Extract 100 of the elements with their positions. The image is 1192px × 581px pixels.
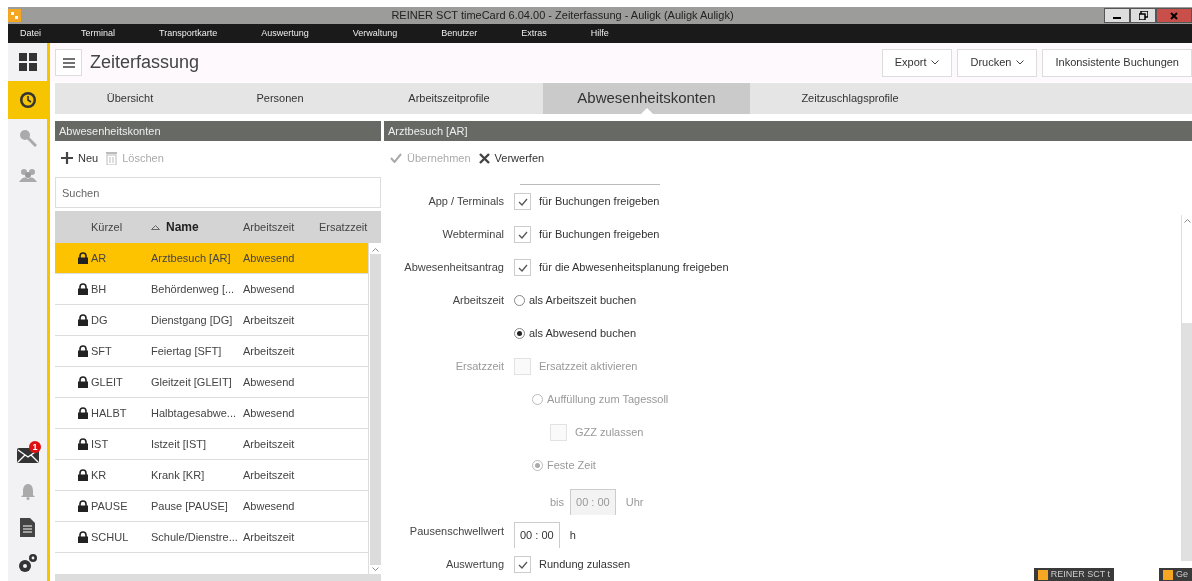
- notification-badge: 1: [29, 441, 41, 453]
- time-field[interactable]: 00 : 00: [514, 522, 560, 548]
- panel-header: Abwesenheitskonten: [55, 121, 381, 141]
- taskbar-button[interactable]: REINER SCT t: [1033, 568, 1114, 581]
- column-header[interactable]: Name: [166, 218, 199, 236]
- window-title: REINER SCT timeCard 6.04.00 - Zeiterfassung - Auligk (Auligk Auligk): [390, 8, 735, 24]
- table-row[interactable]: HALBT Halbtagesabwe... Abwesend: [55, 398, 368, 429]
- table-cell: Abwesend: [243, 375, 295, 388]
- table-cell-text: GLEIT: [91, 374, 123, 390]
- sidebar-item[interactable]: 1: [8, 437, 47, 473]
- checkbox[interactable]: [514, 226, 531, 243]
- unit-label: Uhr: [625, 494, 644, 510]
- table-cell: Arbeitszeit: [243, 313, 295, 326]
- radio-label: als Abwesend buchen: [529, 326, 637, 342]
- sort-up-icon: [151, 224, 160, 230]
- menu-item[interactable]: Hilfe: [576, 26, 639, 41]
- minimize-button[interactable]: [1104, 8, 1130, 23]
- column-header[interactable]: Ersatzzeit: [319, 218, 368, 236]
- menu-item[interactable]: Extras: [507, 26, 577, 41]
- scroll-down-icon: [371, 567, 379, 571]
- gears-icon: [17, 553, 38, 573]
- radio-label: Auffüllung zum Tagessoll: [547, 392, 669, 408]
- toolbar-button[interactable]: Neu: [61, 149, 99, 167]
- table-cell: Istzeit [IST]: [151, 437, 206, 450]
- table-cell: Dienstgang [DG]: [151, 313, 233, 326]
- chevron-down-icon: [931, 60, 940, 65]
- dashboard-icon: [18, 53, 37, 71]
- table-row[interactable]: AR Arztbesuch [AR] Abwesend: [55, 243, 368, 274]
- close-button[interactable]: [1156, 8, 1192, 23]
- taskbar-button[interactable]: Ge: [1159, 568, 1192, 581]
- people-icon: [18, 167, 37, 185]
- field-label: App / Terminals: [428, 195, 504, 208]
- menu-item[interactable]: Benutzer: [427, 26, 508, 41]
- table-cell-text: KR: [91, 467, 107, 483]
- restore-icon: [1138, 11, 1148, 20]
- checkmark-icon: [517, 560, 528, 569]
- table-row[interactable]: KR Krank [KR] Arbeitszeit: [55, 460, 368, 491]
- checkbox-label: Rundung zulassen: [539, 557, 631, 573]
- table-cell: Arbeitszeit: [243, 344, 295, 357]
- input-field[interactable]: [520, 181, 660, 185]
- radio-button[interactable]: [514, 328, 525, 339]
- table-row[interactable]: GLEIT Gleitzeit [GLEIT] Abwesend: [55, 367, 368, 398]
- tab[interactable]: Arbeitszeitprofile: [355, 83, 543, 114]
- table-row[interactable]: IST Istzeit [IST] Arbeitszeit: [55, 429, 368, 460]
- table-row[interactable]: DG Dienstgang [DG] Arbeitszeit: [55, 305, 368, 336]
- table-cell: Arbeitszeit: [243, 530, 295, 543]
- checkmark-icon: [517, 263, 528, 272]
- tab[interactable]: Übersicht: [55, 83, 205, 114]
- header-button[interactable]: Inkonsistente Buchungen: [1042, 48, 1192, 77]
- key-icon: [18, 129, 37, 147]
- close-icon: [1170, 11, 1178, 20]
- field-label: bis: [550, 494, 565, 510]
- menu-item[interactable]: Datei: [8, 26, 67, 41]
- table-row[interactable]: BH Behördenweg [... Abwesend: [55, 274, 368, 305]
- field-label: Arbeitszeit: [452, 294, 504, 307]
- tab[interactable]: Zeitzuschlagsprofile: [750, 83, 950, 114]
- table-cell: Feiertag [SFT]: [151, 344, 222, 357]
- header-button[interactable]: Drucken: [957, 48, 1038, 77]
- checkbox[interactable]: [514, 259, 531, 276]
- menu-item[interactable]: Terminal: [67, 26, 146, 41]
- table-cell-text: IST: [91, 436, 109, 452]
- scrollbar[interactable]: [368, 243, 381, 574]
- sidebar-item[interactable]: [8, 81, 47, 119]
- menu-item[interactable]: Transportkarte: [145, 26, 248, 41]
- tab[interactable]: Personen: [205, 83, 355, 114]
- table-cell: Pause [PAUSE]: [151, 499, 228, 512]
- checkmark-icon: [517, 197, 528, 206]
- checkbox-label: GZZ zulassen: [575, 425, 644, 441]
- table-cell: Abwesend: [243, 251, 295, 264]
- radio-label: als Arbeitszeit buchen: [529, 293, 636, 309]
- restore-button[interactable]: [1130, 8, 1156, 23]
- table-cell: Behördenweg [...: [151, 282, 235, 295]
- table-row[interactable]: SFT Feiertag [SFT] Arbeitszeit: [55, 336, 368, 367]
- toolbar-button[interactable]: Verwerfen: [478, 149, 545, 167]
- menu-button[interactable]: [55, 49, 82, 76]
- checkbox[interactable]: [514, 193, 531, 210]
- search-field[interactable]: Suchen: [55, 177, 381, 208]
- checkbox-label: für die Abwesenheitsplanung freigeben: [539, 260, 729, 276]
- column-header[interactable]: Arbeitszeit: [243, 218, 295, 236]
- menu-icon: [62, 57, 75, 68]
- checkmark-icon: [517, 230, 528, 239]
- app-icon: [1163, 569, 1173, 580]
- radio-button[interactable]: [514, 295, 525, 306]
- table-cell: Krank [KR]: [151, 468, 205, 481]
- menu-item[interactable]: Auswertung: [247, 26, 339, 41]
- header-button[interactable]: Export: [881, 48, 953, 77]
- scroll-up-icon: [1183, 219, 1191, 223]
- table-row[interactable]: PAUSE Pause [PAUSE] Abwesend: [55, 491, 368, 522]
- menu-item[interactable]: Verwaltung: [338, 26, 428, 41]
- app-icon: [8, 9, 21, 22]
- close-icon: [478, 152, 490, 164]
- horizontal-scrollbar[interactable]: [55, 574, 381, 581]
- checkbox[interactable]: [514, 556, 531, 573]
- app-icon: [1037, 569, 1048, 580]
- table-cell-text: PAUSE: [91, 498, 128, 514]
- scrollbar[interactable]: [1181, 215, 1192, 561]
- column-header[interactable]: Kürzel: [91, 218, 123, 236]
- table-row[interactable]: SCHUL Schule/Dienstre... Arbeitszeit: [55, 522, 368, 553]
- table-cell: Abwesend: [243, 282, 295, 295]
- tab[interactable]: Abwesenheitskonten: [543, 83, 750, 114]
